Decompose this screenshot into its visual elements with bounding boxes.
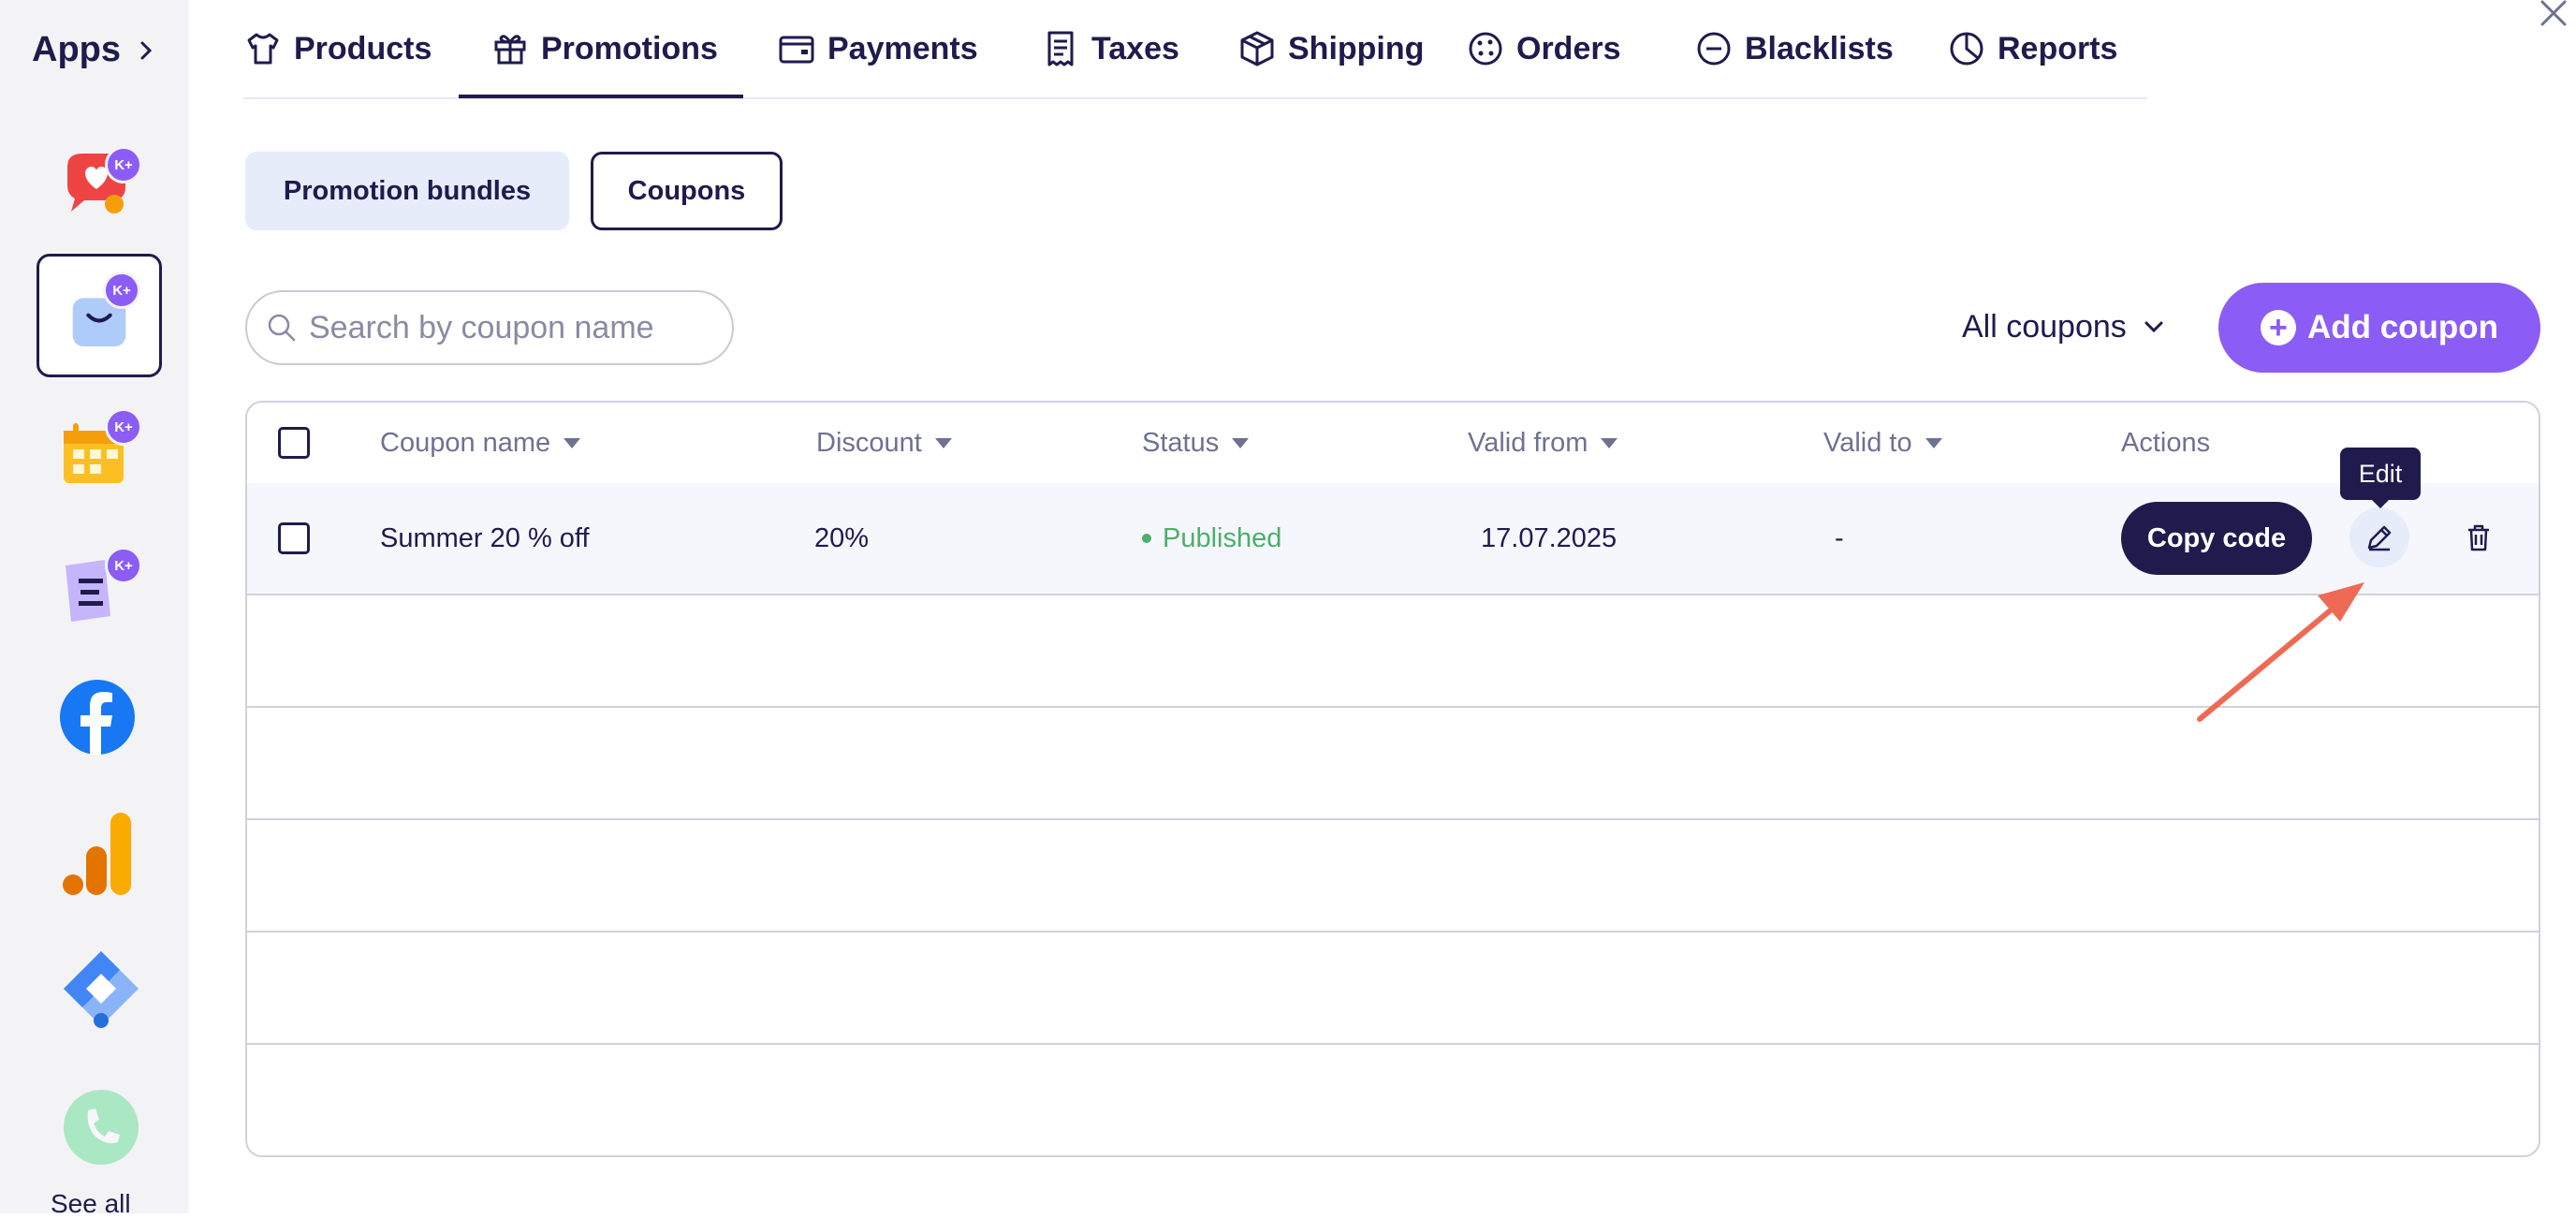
facebook-icon <box>60 680 135 755</box>
tab-reports[interactable]: Reports <box>1947 28 2117 69</box>
column-label: Valid from <box>1468 427 1588 458</box>
tab-promotions[interactable]: Promotions <box>490 28 718 69</box>
coupon-name-cell: Summer 20 % off <box>380 522 590 553</box>
apps-sidebar: Apps K+ K+ K+ K+ See all <box>0 0 189 1218</box>
chevron-right-icon[interactable] <box>135 39 157 62</box>
tab-label: Promotions <box>541 30 718 66</box>
box-icon <box>1240 31 1274 66</box>
analytics-bars-icon <box>63 813 131 895</box>
status-label: Published <box>1163 522 1282 553</box>
status-cell: Published <box>1142 483 1281 594</box>
tab-label: Shipping <box>1288 30 1425 66</box>
table-header: Coupon name Discount Status Valid from V… <box>247 403 2539 485</box>
plus-icon: + <box>2260 310 2296 345</box>
app-calendar[interactable]: K+ <box>52 408 142 498</box>
tab-label: Reports <box>1998 30 2118 66</box>
tab-label: Payments <box>827 30 978 66</box>
table-row-empty <box>247 595 2539 708</box>
tshirt-icon <box>247 33 279 65</box>
pencil-icon <box>2367 525 2392 551</box>
sort-down-icon <box>1601 438 1618 448</box>
gift-icon <box>494 35 526 65</box>
edit-tooltip: Edit <box>2340 448 2421 500</box>
kplus-badge: K+ <box>103 272 140 309</box>
top-navigation-tabs: Products Promotions Payments Taxes Shipp… <box>243 0 2147 99</box>
app-tag-manager[interactable] <box>60 947 142 1030</box>
row-checkbox[interactable] <box>278 522 310 554</box>
tab-label: Blacklists <box>1745 30 1894 66</box>
table-row-empty <box>247 933 2539 1045</box>
subtab-promotion-bundles[interactable]: Promotion bundles <box>245 152 569 230</box>
app-shopping-bag[interactable]: K+ <box>37 254 162 377</box>
column-label: Status <box>1142 427 1220 458</box>
filter-label: All coupons <box>1962 308 2127 345</box>
copy-code-button[interactable]: Copy code <box>2121 502 2312 575</box>
sort-down-icon <box>1232 438 1250 448</box>
app-chat-heart[interactable]: K+ <box>52 139 142 228</box>
tab-products[interactable]: Products <box>243 28 432 69</box>
edit-button[interactable] <box>2349 507 2409 567</box>
valid-to-cell: - <box>1835 522 1844 553</box>
see-all-link[interactable]: See all <box>51 1189 131 1219</box>
column-label: Actions <box>2121 427 2211 458</box>
kplus-badge: K+ <box>105 408 142 446</box>
tab-blacklists[interactable]: Blacklists <box>1694 28 1894 69</box>
tab-payments[interactable]: Payments <box>777 28 978 69</box>
search-input[interactable] <box>307 308 704 347</box>
app-analytics[interactable] <box>60 809 142 899</box>
add-coupon-button[interactable]: + Add coupon <box>2218 283 2540 373</box>
tab-taxes[interactable]: Taxes <box>1041 28 1179 69</box>
coupon-filter-dropdown[interactable]: All coupons <box>1962 305 2168 348</box>
valid-from-cell: 17.07.2025 <box>1481 522 1617 553</box>
discount-cell: 20% <box>814 522 870 553</box>
sort-down-icon <box>934 438 952 448</box>
column-valid-from[interactable]: Valid from <box>1468 403 1619 483</box>
column-status[interactable]: Status <box>1142 403 1251 483</box>
tag-manager-icon <box>64 951 139 1028</box>
app-phone[interactable] <box>60 1086 142 1168</box>
search-box <box>245 290 734 365</box>
column-label: Valid to <box>1823 427 1912 458</box>
column-coupon-name[interactable]: Coupon name <box>380 403 582 483</box>
column-valid-to[interactable]: Valid to <box>1823 403 1944 483</box>
receipt-icon <box>1047 31 1074 66</box>
app-document-list[interactable]: K+ <box>52 543 142 633</box>
phone-icon <box>64 1090 139 1165</box>
search-icon <box>268 314 296 342</box>
tab-label: Orders <box>1516 30 1621 66</box>
subtab-coupons[interactable]: Coupons <box>591 152 783 230</box>
sort-down-icon <box>564 438 581 448</box>
table-row-empty <box>247 708 2539 820</box>
tab-orders[interactable]: Orders <box>1466 28 1621 69</box>
cookie-icon <box>1469 32 1502 66</box>
chevron-down-icon <box>2144 321 2163 333</box>
tab-shipping[interactable]: Shipping <box>1237 28 1424 69</box>
apps-title[interactable]: Apps <box>32 30 121 70</box>
status-dot <box>1142 534 1151 543</box>
delete-button[interactable] <box>2449 507 2509 567</box>
trash-icon <box>2468 524 2489 551</box>
select-all-checkbox[interactable] <box>278 427 310 459</box>
active-tab-indicator <box>459 95 743 98</box>
tab-label: Taxes <box>1091 30 1179 66</box>
column-label: Discount <box>816 427 922 458</box>
column-label: Coupon name <box>380 427 551 458</box>
kplus-badge: K+ <box>105 547 142 584</box>
app-facebook[interactable] <box>56 676 139 758</box>
wallet-icon <box>779 36 814 64</box>
kplus-badge: K+ <box>105 146 142 184</box>
add-coupon-label: Add coupon <box>2306 309 2499 345</box>
column-discount[interactable]: Discount <box>816 403 954 483</box>
minus-circle-icon <box>1697 32 1731 66</box>
tooltip-pointer <box>2371 499 2390 508</box>
column-actions: Actions <box>2121 403 2210 483</box>
sort-down-icon <box>1925 438 1942 448</box>
pie-chart-icon <box>1950 32 1983 66</box>
close-icon[interactable] <box>2539 0 2569 30</box>
table-row-empty <box>247 820 2539 933</box>
tab-label: Products <box>294 30 432 66</box>
